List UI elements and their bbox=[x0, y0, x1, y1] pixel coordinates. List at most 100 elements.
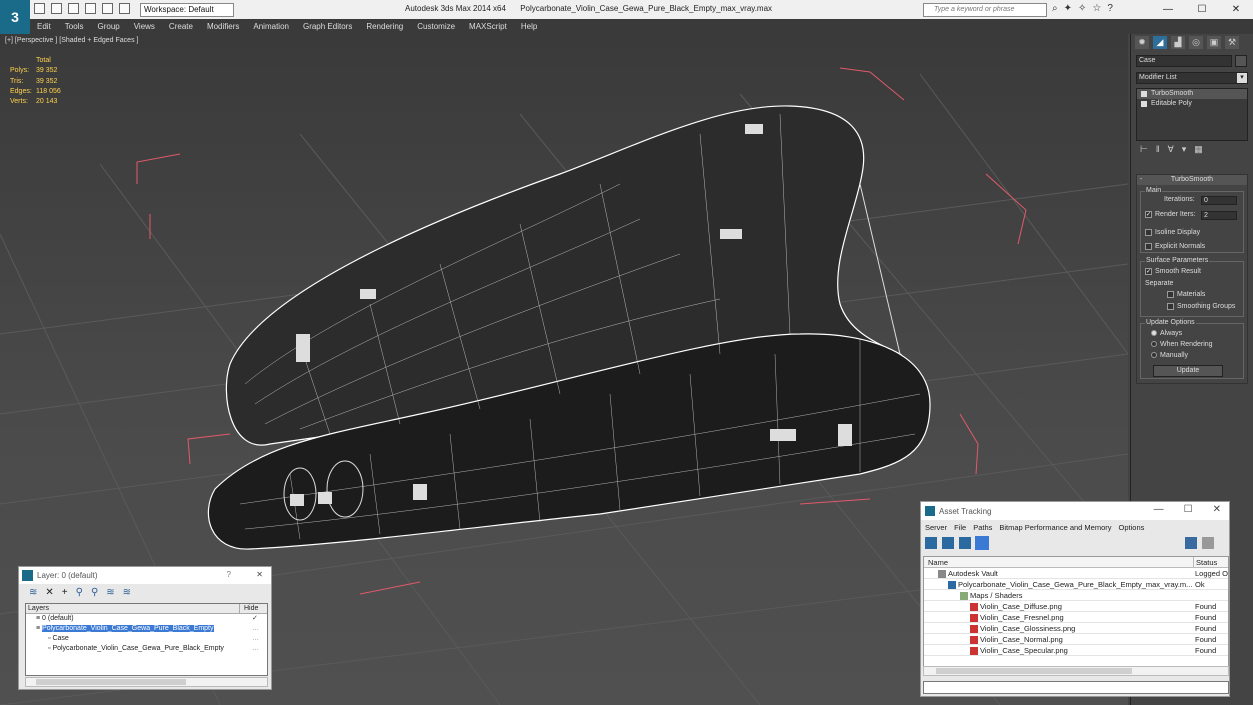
show-end-result-icon[interactable]: ‖ bbox=[1156, 144, 1160, 158]
hide-all-icon[interactable]: ≋ bbox=[106, 587, 114, 598]
menu-options[interactable]: Options bbox=[1119, 523, 1145, 532]
help-icon[interactable] bbox=[1185, 537, 1197, 549]
menu-group[interactable]: Group bbox=[90, 22, 126, 31]
pin-stack-icon[interactable]: ⊢ bbox=[1140, 144, 1148, 158]
asset-row[interactable]: Violin_Case_Glossiness.png Found bbox=[924, 623, 1228, 634]
help-icon[interactable]: ? bbox=[227, 570, 231, 579]
explicit-normals-checkbox[interactable] bbox=[1145, 242, 1152, 250]
smoothing-groups-checkbox[interactable] bbox=[1167, 302, 1174, 310]
hide-toggle[interactable]: … bbox=[252, 634, 259, 644]
communication-icon[interactable]: ✧ bbox=[1078, 3, 1086, 14]
workspace-dropdown[interactable]: Workspace: Default bbox=[140, 3, 234, 17]
hierarchy-tab-icon[interactable]: ▟ bbox=[1171, 36, 1185, 49]
open-file-icon[interactable] bbox=[51, 3, 62, 14]
motion-tab-icon[interactable]: ◎ bbox=[1189, 36, 1203, 49]
create-layer-icon[interactable]: ≋ bbox=[29, 587, 37, 598]
object-row[interactable]: ▫ Polycarbonate_Violin_Case_Gewa_Pure_Bl… bbox=[26, 644, 267, 654]
app-logo-icon[interactable]: 3 bbox=[0, 0, 30, 34]
rollout-header[interactable]: - TurboSmooth bbox=[1137, 175, 1247, 185]
asset-row[interactable]: Violin_Case_Fresnel.png Found bbox=[924, 612, 1228, 623]
menu-file[interactable]: File bbox=[954, 523, 966, 532]
create-tab-icon[interactable]: ✹ bbox=[1135, 36, 1149, 49]
close-icon[interactable]: ✕ bbox=[256, 570, 263, 579]
object-name-field[interactable]: Case bbox=[1136, 55, 1232, 67]
manually-radio[interactable] bbox=[1151, 352, 1157, 359]
col-name[interactable]: Name bbox=[928, 558, 948, 567]
check-icon[interactable]: ✓ bbox=[252, 614, 258, 624]
render-iters-spinner[interactable]: 2 bbox=[1201, 211, 1237, 220]
asset-row[interactable]: Violin_Case_Diffuse.png Found bbox=[924, 601, 1228, 612]
detail-view-icon[interactable] bbox=[959, 537, 971, 549]
layer-row[interactable]: ≡ 0 (default) ✓ bbox=[26, 614, 267, 624]
menu-modifiers[interactable]: Modifiers bbox=[200, 22, 246, 31]
iterations-spinner[interactable]: 0 bbox=[1201, 196, 1237, 205]
subscription-icon[interactable]: ✦ bbox=[1064, 3, 1072, 14]
make-unique-icon[interactable]: ∀ bbox=[1168, 144, 1174, 158]
minimize-icon[interactable]: — bbox=[1154, 504, 1164, 515]
update-button[interactable]: Update bbox=[1153, 365, 1223, 377]
lightbulb-icon[interactable] bbox=[1141, 91, 1147, 97]
binoculars-icon[interactable]: ⌕ bbox=[1052, 3, 1058, 14]
freeze-all-icon[interactable]: ≋ bbox=[123, 587, 131, 598]
menu-views[interactable]: Views bbox=[127, 22, 162, 31]
menu-paths[interactable]: Paths bbox=[973, 523, 992, 532]
layer-window-titlebar[interactable]: Layer: 0 (default) ? ✕ bbox=[19, 567, 271, 584]
col-hide[interactable]: Hide bbox=[239, 604, 258, 614]
violin-case-wireframe[interactable] bbox=[207, 105, 931, 550]
display-tab-icon[interactable]: ▣ bbox=[1207, 36, 1221, 49]
maximize-icon[interactable]: ☐ bbox=[1184, 504, 1193, 515]
scrollbar-thumb[interactable] bbox=[36, 679, 186, 685]
menu-help[interactable]: Help bbox=[514, 22, 544, 31]
modifier-list-dropdown[interactable]: Modifier List ▾ bbox=[1136, 72, 1248, 84]
scrollbar-thumb[interactable] bbox=[936, 668, 1132, 674]
remove-modifier-icon[interactable]: ▾ bbox=[1182, 144, 1187, 158]
col-status[interactable]: Status bbox=[1193, 557, 1217, 568]
close-icon[interactable]: ✕ bbox=[1213, 504, 1221, 515]
horizontal-scrollbar[interactable] bbox=[923, 666, 1229, 676]
always-radio[interactable] bbox=[1151, 330, 1157, 337]
menu-maxscript[interactable]: MAXScript bbox=[462, 22, 514, 31]
menu-customize[interactable]: Customize bbox=[410, 22, 462, 31]
menu-server[interactable]: Server bbox=[925, 523, 947, 532]
new-file-icon[interactable] bbox=[34, 3, 45, 14]
configure-sets-icon[interactable]: ▦ bbox=[1194, 144, 1203, 158]
expand-icon[interactable] bbox=[1141, 101, 1147, 107]
refresh-icon[interactable] bbox=[925, 537, 937, 549]
asset-window-titlebar[interactable]: Asset Tracking — ☐ ✕ bbox=[921, 502, 1229, 520]
select-objects-icon[interactable]: ⚲ bbox=[76, 587, 83, 598]
menu-edit[interactable]: Edit bbox=[30, 22, 58, 31]
modify-tab-icon[interactable]: ◢ bbox=[1153, 36, 1167, 49]
materials-checkbox[interactable] bbox=[1167, 290, 1174, 298]
project-folder-icon[interactable] bbox=[119, 3, 130, 14]
undo-icon[interactable] bbox=[85, 3, 96, 14]
hide-toggle[interactable]: … bbox=[252, 624, 259, 634]
asset-row[interactable]: Polycarbonate_Violin_Case_Gewa_Pure_Blac… bbox=[924, 579, 1228, 590]
favorites-star-icon[interactable]: ☆ bbox=[1092, 3, 1101, 14]
object-color-swatch[interactable] bbox=[1235, 55, 1247, 67]
viewport-label[interactable]: [+] [Perspective ] [Shaded + Edged Faces… bbox=[5, 37, 138, 44]
minimize-button[interactable]: — bbox=[1151, 0, 1185, 19]
horizontal-scrollbar[interactable] bbox=[25, 677, 268, 687]
search-input[interactable]: Type a keyword or phrase bbox=[923, 3, 1047, 17]
col-layers[interactable]: Layers bbox=[28, 605, 49, 612]
menu-graph-editors[interactable]: Graph Editors bbox=[296, 22, 359, 31]
stack-item-turbosmooth[interactable]: TurboSmooth bbox=[1137, 89, 1247, 99]
menu-rendering[interactable]: Rendering bbox=[359, 22, 410, 31]
maximize-button[interactable]: ☐ bbox=[1185, 0, 1219, 19]
close-button[interactable]: ✕ bbox=[1219, 0, 1253, 19]
hide-toggle[interactable]: … bbox=[252, 644, 259, 654]
layer-row-selected[interactable]: ≡ Polycarbonate_Violin_Case_Gewa_Pure_Bl… bbox=[26, 624, 267, 634]
add-to-layer-icon[interactable]: + bbox=[62, 587, 68, 598]
menu-bitmap-performance[interactable]: Bitmap Performance and Memory bbox=[999, 523, 1111, 532]
menu-tools[interactable]: Tools bbox=[58, 22, 91, 31]
help-icon[interactable]: ? bbox=[1107, 3, 1113, 14]
smooth-result-checkbox[interactable]: ✓ bbox=[1145, 267, 1152, 275]
render-iters-checkbox[interactable]: ✓ bbox=[1145, 210, 1152, 218]
list-view-icon[interactable] bbox=[942, 537, 954, 549]
delete-layer-icon[interactable]: ✕ bbox=[45, 587, 53, 598]
path-field[interactable] bbox=[923, 681, 1229, 694]
object-row[interactable]: ▫ Case… bbox=[26, 634, 267, 644]
table-view-icon[interactable] bbox=[975, 536, 989, 550]
isoline-checkbox[interactable] bbox=[1145, 228, 1152, 236]
settings-icon[interactable] bbox=[1202, 537, 1214, 549]
